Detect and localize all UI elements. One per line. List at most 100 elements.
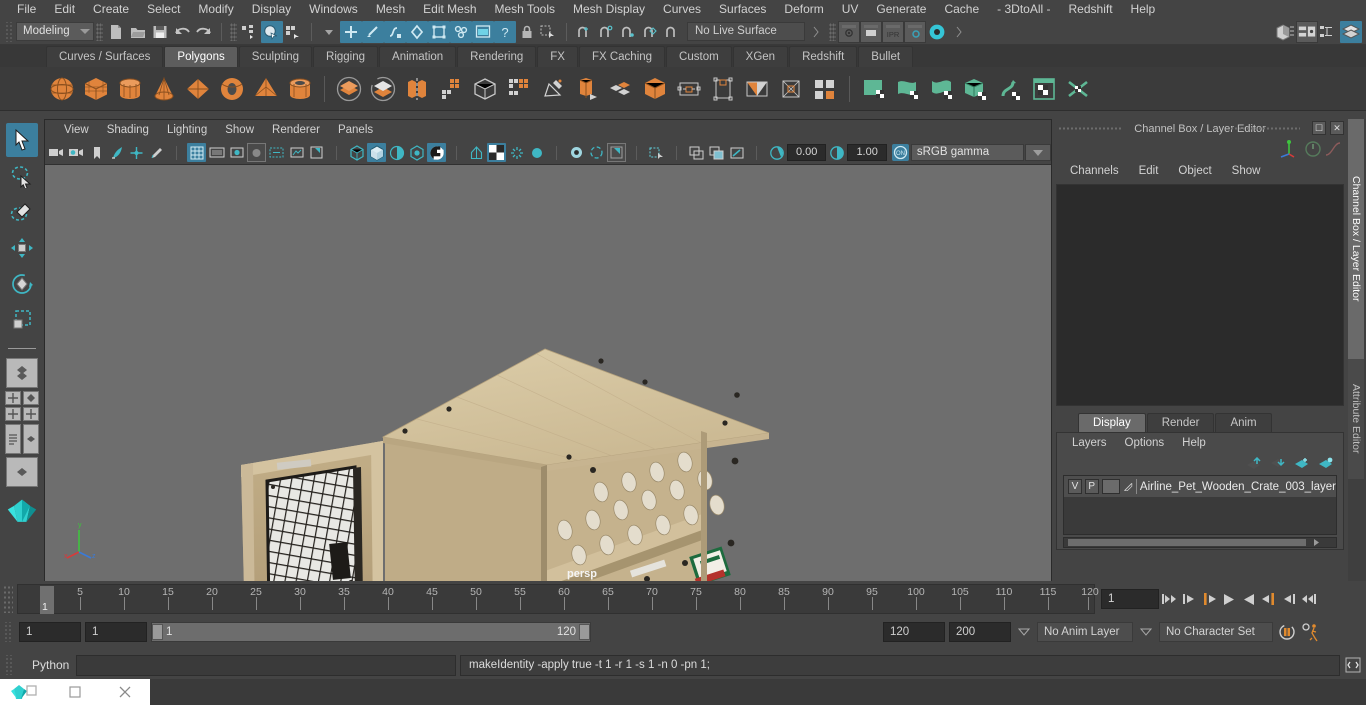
persp-pane[interactable] [23, 424, 39, 454]
redo-icon[interactable] [193, 21, 215, 43]
channel-box-content[interactable] [1056, 184, 1344, 406]
snap-magnet-curve-icon[interactable] [595, 21, 617, 43]
layer-color-swatch[interactable] [1101, 479, 1120, 494]
status-line-grip[interactable] [4, 21, 13, 42]
paint-select-tool[interactable] [6, 195, 38, 229]
vtab-attribute-editor[interactable]: Attribute Editor [1348, 359, 1364, 479]
viewport-3d-canvas[interactable]: persp y x z [45, 165, 1051, 582]
hypershade-icon[interactable] [926, 21, 948, 43]
poly-plane-icon[interactable] [182, 72, 214, 106]
snap-to-point-icon[interactable] [384, 20, 406, 43]
show-modeling-toolkit-icon[interactable] [1274, 21, 1296, 43]
quad-cell-bl[interactable] [5, 407, 21, 421]
select-by-component-icon[interactable] [283, 21, 305, 43]
texture-filter-icon[interactable] [727, 143, 746, 162]
shelf-tab-custom[interactable]: Custom [666, 46, 732, 67]
menu-create[interactable]: Create [84, 0, 138, 19]
channel-box-manip-icon[interactable] [1278, 138, 1300, 158]
snap-magnet-plane-icon[interactable] [639, 21, 661, 43]
menu-cache[interactable]: Cache [935, 0, 988, 19]
layer-name[interactable]: Airline_Pet_Wooden_Crate_003_layer [1140, 481, 1336, 493]
show-attribute-editor-icon[interactable] [1296, 20, 1318, 43]
film-gate-icon[interactable] [207, 143, 226, 162]
shelf-tab-fx-caching[interactable]: FX Caching [578, 46, 666, 67]
poly-mirror-icon[interactable] [741, 72, 773, 106]
poly-boolean-union-icon[interactable] [333, 72, 365, 106]
poly-torus-icon[interactable] [216, 72, 248, 106]
anim-layer-field[interactable]: No Anim Layer [1037, 622, 1133, 642]
wireframe-icon[interactable] [347, 143, 366, 162]
poly-extrude-icon[interactable] [571, 72, 603, 106]
snap-magnet-uv-icon[interactable] [661, 21, 683, 43]
poly-append-icon[interactable] [673, 72, 705, 106]
viewport-menu-shading[interactable]: Shading [98, 120, 158, 141]
help-menu[interactable]: Help [1173, 437, 1215, 449]
channel-box-curve-icon[interactable] [1324, 140, 1342, 158]
shelf-tab-polygons[interactable]: Polygons [164, 46, 238, 67]
chevron-right-icon[interactable] [805, 21, 827, 43]
layers-menu[interactable]: Layers [1063, 437, 1116, 449]
shelf-tab-bullet[interactable]: Bullet [858, 46, 914, 67]
poly-cube-icon[interactable] [80, 72, 112, 106]
tab-display[interactable]: Display [1078, 413, 1146, 432]
tab-anim[interactable]: Anim [1215, 413, 1272, 432]
menu-set-selector[interactable]: Modeling [16, 22, 94, 41]
live-surface-field[interactable]: No Live Surface [687, 22, 805, 41]
menu-file[interactable]: File [8, 0, 45, 19]
new-scene-icon[interactable] [105, 21, 127, 43]
move-layer-down-icon[interactable] [1270, 457, 1285, 470]
app-thumbnail-icon[interactable] [0, 679, 50, 705]
viewport-menu-panels[interactable]: Panels [329, 120, 382, 141]
show-all-icon[interactable] [707, 143, 726, 162]
character-set-field[interactable]: No Character Set [1159, 622, 1273, 642]
exposure-control-icon[interactable] [767, 143, 786, 162]
poly-bridge-icon[interactable] [639, 72, 671, 106]
depth-of-field-icon[interactable] [567, 143, 586, 162]
open-script-editor-icon[interactable] [1344, 656, 1362, 674]
move-tool[interactable] [6, 231, 38, 265]
poly-separate-icon[interactable] [435, 72, 467, 106]
snap-to-view-plane-icon[interactable] [428, 20, 450, 43]
poly-crease-icon[interactable] [775, 72, 807, 106]
help-snap-icon[interactable]: ? [494, 20, 516, 43]
menu-redshift[interactable]: Redshift [1060, 0, 1122, 19]
uv-cylindrical-icon[interactable] [926, 72, 958, 106]
menu-edit[interactable]: Edit [45, 0, 84, 19]
anim-end-time-field[interactable]: 200 [949, 622, 1011, 642]
select-camera-icon[interactable] [47, 143, 66, 162]
animation-preferences-icon[interactable] [1301, 621, 1321, 643]
make-live-icon[interactable] [450, 20, 472, 43]
viewport-menu-renderer[interactable]: Renderer [263, 120, 329, 141]
close-panel-button[interactable]: ✕ [1330, 121, 1344, 135]
channel-box-speed-icon[interactable] [1304, 140, 1322, 158]
range-slider-track[interactable]: 1 120 [151, 622, 591, 642]
image-plane-icon[interactable] [107, 143, 126, 162]
play-forwards-icon[interactable] [1239, 588, 1259, 610]
screen-space-ao-icon[interactable] [487, 143, 506, 162]
render-view-icon[interactable] [472, 20, 494, 43]
open-scene-icon[interactable] [127, 21, 149, 43]
outliner-pane[interactable] [5, 424, 21, 454]
uv-cut-icon[interactable] [1062, 72, 1094, 106]
save-scene-icon[interactable] [149, 21, 171, 43]
gate-mask-icon[interactable] [247, 143, 266, 162]
select-tool[interactable] [6, 123, 38, 157]
poly-boolean-difference-icon[interactable] [367, 72, 399, 106]
uv-unfold-icon[interactable] [994, 72, 1026, 106]
create-layer-icon[interactable] [1294, 457, 1309, 470]
go-to-start-icon[interactable] [1159, 588, 1179, 610]
shelf-tab-xgen[interactable]: XGen [732, 46, 789, 67]
poly-sphere-icon[interactable] [46, 72, 78, 106]
uv-planar-icon[interactable] [892, 72, 924, 106]
chevron-right-icon[interactable] [948, 21, 970, 43]
poly-quad-draw-icon[interactable] [809, 72, 841, 106]
lock-icon[interactable] [516, 21, 538, 43]
edit-menu[interactable]: Edit [1129, 165, 1169, 177]
shelf-tab-sculpting[interactable]: Sculpting [238, 46, 313, 67]
uv-layout-icon[interactable] [1028, 72, 1060, 106]
step-forward-keyframe-icon[interactable] [1279, 588, 1299, 610]
outliner-persp-layout[interactable] [5, 424, 39, 454]
four-view-layout[interactable] [5, 391, 39, 421]
anim-start-time-field[interactable]: 1 [19, 622, 81, 642]
current-time-indicator[interactable]: 1 [40, 586, 54, 614]
